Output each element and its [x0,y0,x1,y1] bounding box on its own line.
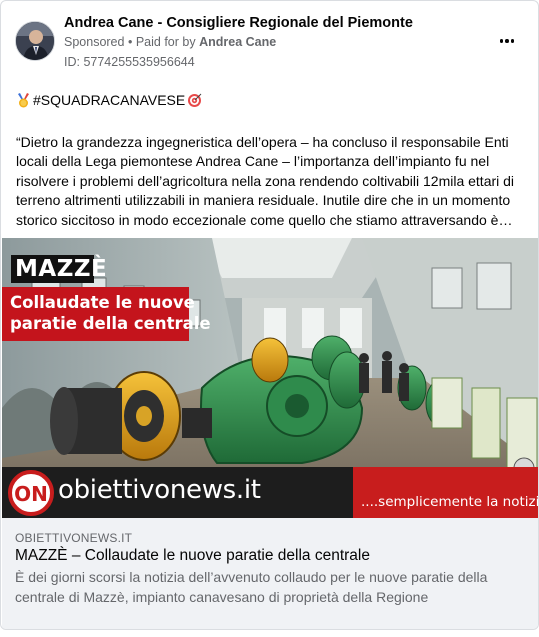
paragraph-line: terreno altrimenti utilizzabili in manie… [16,192,511,208]
medal-icon [16,93,31,108]
hashtag-line: #SQUADRACANAVESE [16,91,526,111]
sponsored-post-card: Andrea Cane - Consigliere Regionale del … [0,0,539,630]
link-title[interactable]: MAZZÈ – Collaudate le nuove paratie dell… [15,547,370,565]
brand-name: obiettivonews.it [58,475,261,505]
post-paragraph: “Dietro la grandezza ingegneristica dell… [16,133,526,231]
obiettivonews-logo-icon: ON [8,470,54,516]
link-preview[interactable]: OBIETTIVONEWS.IT MAZZÈ – Collaudate le n… [2,518,538,629]
logo-letters: ON [14,482,48,506]
avatar-image [16,22,54,60]
paid-for-by-name[interactable]: Andrea Cane [199,35,276,49]
target-icon [187,93,202,108]
paragraph-line: risolvere i problemi dell’agricoltura ne… [16,172,515,189]
paid-for-by-prefix: Paid for by [135,35,196,49]
page-name[interactable]: Andrea Cane - Consigliere Regionale del … [64,15,413,31]
place-label: MAZZÈ [11,255,107,283]
headline-banner: Collaudate le nuove paratie della centra… [2,287,211,341]
paragraph-line: storico siccitoso in modo eccezionale co… [16,211,513,228]
ad-id: ID: 5774255535956644 [64,55,195,69]
paragraph-line: “Dietro la grandezza ingegneristica dell… [16,133,509,150]
more-options-icon[interactable] [495,31,519,51]
brand-bar: ON obiettivonews.it ....semplicemente la… [2,467,539,518]
meta-separator: • [127,35,133,49]
headline-line: paratie della centrale [10,314,211,333]
post-header: Andrea Cane - Consigliere Regionale del … [1,1,538,81]
link-domain: OBIETTIVONEWS.IT [15,531,133,545]
paragraph-line: locali della Lega piemontese Andrea Cane… [16,153,490,169]
link-description: È dei giorni scorsi la notizia dell’avve… [15,569,488,605]
headline-line: Collaudate le nuove [10,293,195,312]
hashtag-link[interactable]: #SQUADRACANAVESE [33,91,185,111]
brand-tagline: ....semplicemente la notizia [361,494,539,510]
page-avatar[interactable] [15,21,55,61]
post-image[interactable]: MAZZÈ Collaudate le nuove paratie della … [2,238,539,518]
post-text: #SQUADRACANAVESE “Dietro la grandezza in… [16,91,526,230]
sponsored-meta: Sponsored • Paid for by Andrea Cane [64,35,276,49]
sponsored-label[interactable]: Sponsored [64,35,124,49]
